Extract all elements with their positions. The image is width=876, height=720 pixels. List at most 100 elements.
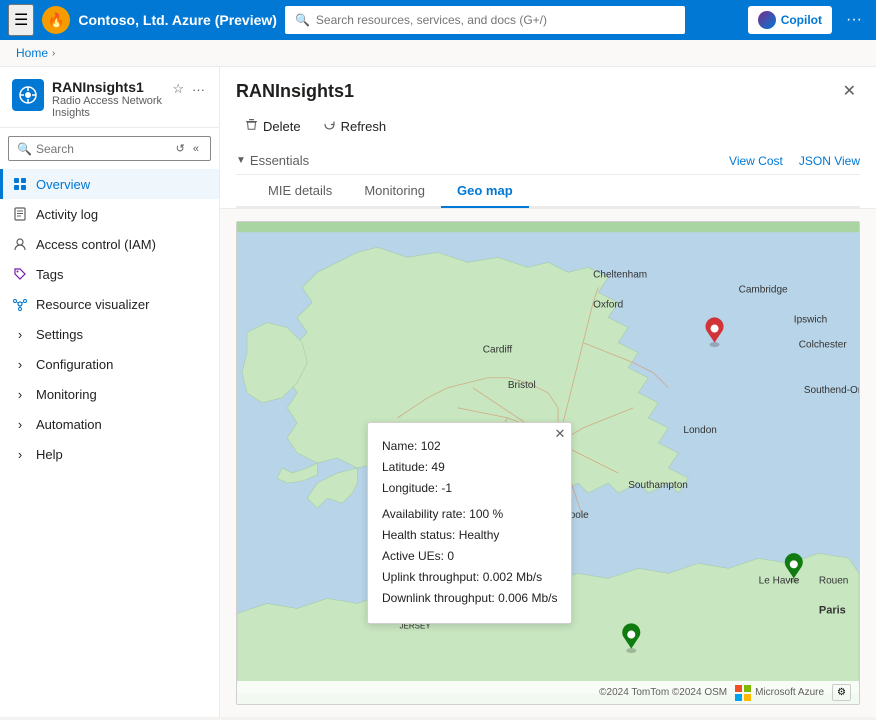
sidebar-search-refresh-btn[interactable]: ↺ (173, 141, 188, 156)
copilot-button[interactable]: Copilot (748, 6, 832, 34)
essentials-chevron-icon: ▼ (236, 155, 246, 166)
sidebar-item-settings-label: Settings (36, 327, 83, 342)
map-wrapper[interactable]: Cambridge Ipswich Colchester Southend-On… (236, 221, 860, 705)
sidebar-item-access-control[interactable]: Access control (IAM) (0, 229, 219, 259)
breadcrumb-home[interactable]: Home (16, 46, 48, 60)
popup-uplink: Uplink throughput: 0.002 Mb/s (382, 568, 557, 587)
close-button[interactable]: ✕ (839, 77, 860, 105)
sidebar-item-resource-visualizer[interactable]: Resource visualizer (0, 289, 219, 319)
map-popup-close-button[interactable]: ✕ (555, 427, 566, 440)
topbar-ellipsis: ··· (846, 11, 862, 28)
settings-chevron-icon: › (12, 326, 28, 342)
resource-visualizer-icon (12, 296, 28, 312)
essentials-label-text: Essentials (250, 153, 309, 168)
svg-text:Oxford: Oxford (593, 300, 623, 311)
sidebar-item-access-control-label: Access control (IAM) (36, 237, 156, 252)
popup-longitude: Longitude: -1 (382, 479, 557, 498)
resource-title-area: RANInsights1 Radio Access Network Insigh… (52, 79, 162, 119)
sidebar-nav: Overview Activity log (0, 169, 219, 717)
svg-text:Rouen: Rouen (819, 575, 849, 586)
svg-text:Southend-On-Sea: Southend-On-Sea (804, 385, 859, 396)
sidebar-item-help-label: Help (36, 447, 63, 462)
topbar: ☰ 🔥 Contoso, Ltd. Azure (Preview) 🔍 Copi… (0, 0, 876, 40)
map-container: Cambridge Ipswich Colchester Southend-On… (220, 209, 876, 717)
help-chevron-icon: › (12, 446, 28, 462)
sidebar-item-overview[interactable]: Overview (0, 169, 219, 199)
popup-name: Name: 102 (382, 437, 557, 456)
sidebar-search-box[interactable]: 🔍 ↺ « (8, 136, 211, 161)
essentials-bar: ▼ Essentials View Cost JSON View (236, 147, 860, 175)
global-search-input[interactable] (316, 13, 675, 27)
view-cost-link[interactable]: View Cost (729, 154, 783, 168)
automation-chevron-icon: › (12, 416, 28, 432)
map-popup: ✕ Name: 102 Latitude: 49 Longitude: -1 A… (367, 422, 572, 624)
refresh-label: Refresh (341, 119, 387, 134)
popup-health: Health status: Healthy (382, 526, 557, 545)
content-area: RANInsights1 ✕ Delete (220, 67, 876, 717)
sidebar-item-activity-log[interactable]: Activity log (0, 199, 219, 229)
sidebar-item-activity-log-label: Activity log (36, 207, 98, 222)
refresh-icon (323, 118, 336, 134)
json-view-link[interactable]: JSON View (799, 154, 860, 168)
copilot-label: Copilot (781, 13, 822, 27)
breadcrumb-separator: › (52, 48, 55, 59)
copilot-icon (758, 11, 776, 29)
activity-log-icon (12, 206, 28, 222)
azure-logo (735, 685, 751, 701)
main-layout: RANInsights1 Radio Access Network Insigh… (0, 67, 876, 717)
svg-text:Bristol: Bristol (508, 380, 536, 391)
svg-text:Cambridge: Cambridge (739, 284, 788, 295)
essentials-toggle[interactable]: ▼ Essentials (236, 153, 309, 168)
content-header-top: RANInsights1 ✕ (236, 77, 860, 105)
resource-subtitle: Radio Access Network Insights (52, 95, 162, 119)
refresh-button[interactable]: Refresh (314, 113, 396, 139)
access-control-icon (12, 236, 28, 252)
hamburger-button[interactable]: ☰ (8, 4, 34, 36)
tab-geo-map[interactable]: Geo map (441, 175, 529, 208)
topbar-more-button[interactable]: ··· (840, 7, 868, 33)
sidebar-item-monitoring[interactable]: › Monitoring (0, 379, 219, 409)
tags-icon (12, 266, 28, 282)
map-footer-azure: Microsoft Azure (735, 685, 824, 701)
tab-mie-details[interactable]: MIE details (252, 175, 348, 208)
topbar-right: Copilot ··· (748, 6, 868, 34)
svg-text:Paris: Paris (819, 604, 846, 616)
sidebar-item-overview-label: Overview (36, 177, 90, 192)
delete-icon (245, 118, 258, 134)
sidebar-search-collapse-btn[interactable]: « (190, 141, 202, 156)
delete-button[interactable]: Delete (236, 113, 310, 139)
map-azure-label: Microsoft Azure (755, 687, 824, 698)
sidebar-item-tags[interactable]: Tags (0, 259, 219, 289)
map-copyright: ©2024 TomTom ©2024 OSM (599, 687, 727, 698)
sidebar-search-icon: 🔍 (17, 142, 32, 156)
svg-text:Ipswich: Ipswich (794, 315, 827, 326)
toolbar: Delete Refresh (236, 113, 860, 139)
resource-name: RANInsights1 (52, 79, 162, 95)
sidebar-search-input[interactable] (36, 142, 169, 156)
map-settings-button[interactable]: ⚙ (832, 684, 851, 701)
popup-active-ues: Active UEs: 0 (382, 547, 557, 566)
svg-text:Southampton: Southampton (628, 480, 688, 491)
org-icon: 🔥 (42, 6, 70, 34)
sidebar-item-settings[interactable]: › Settings (0, 319, 219, 349)
sidebar-item-help[interactable]: › Help (0, 439, 219, 469)
breadcrumb: Home › (0, 40, 876, 67)
delete-label: Delete (263, 119, 301, 134)
resource-header-icons: ☆ ··· (170, 79, 207, 99)
resource-icon (12, 79, 44, 111)
favorite-button[interactable]: ☆ (170, 79, 186, 99)
popup-latitude: Latitude: 49 (382, 458, 557, 477)
sidebar-search-area: 🔍 ↺ « (0, 128, 219, 169)
map-footer: ©2024 TomTom ©2024 OSM Microsoft Azure (237, 681, 859, 704)
resource-more-button[interactable]: ··· (190, 80, 207, 99)
monitoring-chevron-icon: › (12, 386, 28, 402)
sidebar-item-tags-label: Tags (36, 267, 63, 282)
sidebar-item-configuration[interactable]: › Configuration (0, 349, 219, 379)
sidebar-search-controls: ↺ « (173, 141, 202, 156)
tab-monitoring[interactable]: Monitoring (348, 175, 441, 208)
sidebar-item-automation[interactable]: › Automation (0, 409, 219, 439)
global-search-box[interactable]: 🔍 (285, 6, 685, 34)
svg-text:London: London (683, 425, 716, 436)
content-header: RANInsights1 ✕ Delete (220, 67, 876, 209)
resource-header: RANInsights1 Radio Access Network Insigh… (0, 67, 219, 128)
